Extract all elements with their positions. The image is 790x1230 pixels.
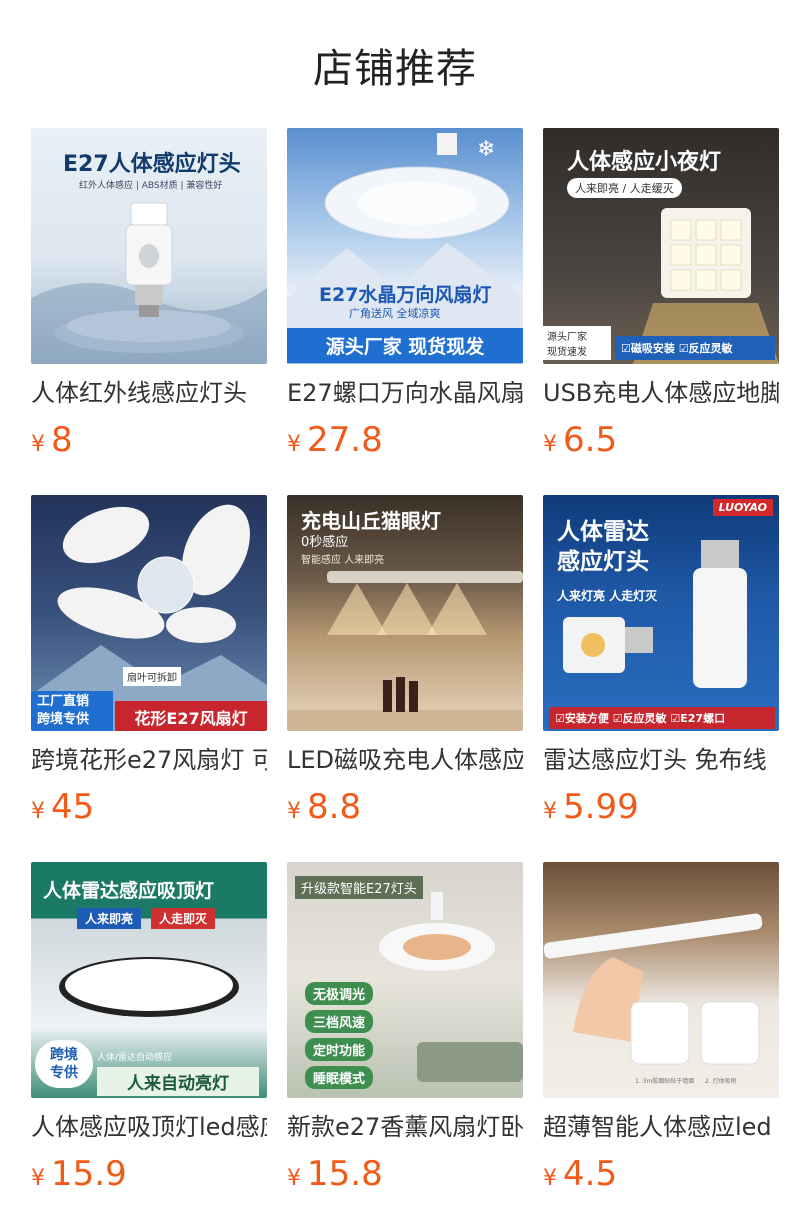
product-name[interactable]: LED磁吸充电人体感应: [287, 743, 523, 777]
product-price: ¥6.5: [543, 420, 779, 460]
image-tags: ☑磁吸安装 ☑反应灵敏: [615, 336, 775, 360]
image-small: 人体/雷达自动感应: [97, 1053, 173, 1063]
image-corner: 工厂直销 跨境专供: [31, 691, 113, 731]
product-card[interactable]: 充电山丘猫眼灯 0秒感应 智能感应 人来即亮 LED磁吸充电人体感应 ¥8.8: [287, 495, 523, 827]
product-card[interactable]: 升级款智能E27灯头 无极调光 三档风速 定时功能 睡眠模式 新款e27香薰风扇…: [287, 862, 523, 1194]
product-price: ¥4.5: [543, 1154, 779, 1194]
product-image[interactable]: ❄ E27水晶万向风扇灯 广角送风 全域凉爽 源头厂家 现货现发: [287, 128, 523, 364]
product-price: ¥27.8: [287, 420, 523, 460]
product-card[interactable]: E27人体感应灯头 红外人体感应 | ABS材质 | 兼容性好 人体红外线感应灯…: [31, 128, 267, 460]
product-price: ¥5.99: [543, 787, 779, 827]
product-image[interactable]: 充电山丘猫眼灯 0秒感应 智能感应 人来即亮: [287, 495, 523, 731]
product-name[interactable]: E27螺口万向水晶风扇: [287, 376, 523, 410]
currency-symbol: ¥: [543, 432, 557, 457]
feature-badge: 睡眠模式: [305, 1066, 374, 1089]
currency-symbol: ¥: [287, 1166, 301, 1191]
image-subline: 广角送风 全域凉爽: [349, 307, 441, 320]
product-name[interactable]: 超薄智能人体感应led: [543, 1110, 779, 1144]
product-grid: E27人体感应灯头 红外人体感应 | ABS材质 | 兼容性好 人体红外线感应灯…: [0, 0, 790, 1230]
feature-badge: 三档风速: [305, 1010, 374, 1033]
feature-badge: 定时功能: [305, 1038, 374, 1061]
price-value: 4.5: [563, 1154, 618, 1194]
svg-text:❄: ❄: [477, 137, 495, 162]
image-corner: 源头厂家 现货速发: [543, 326, 611, 360]
price-value: 27.8: [307, 420, 383, 460]
cabinet-light-illustration: [287, 571, 523, 731]
product-card[interactable]: LUOYAO 人体雷达 感应灯头 人来灯亮 人走灯灭 ☑安装方便 ☑反应灵敏 ☑…: [543, 495, 779, 827]
product-price: ¥8: [31, 420, 267, 460]
currency-symbol: ¥: [31, 1166, 45, 1191]
image-label: 扇叶可拆卸: [123, 667, 181, 686]
product-image[interactable]: LUOYAO 人体雷达 感应灯头 人来灯亮 人走灯灭 ☑安装方便 ☑反应灵敏 ☑…: [543, 495, 779, 731]
currency-symbol: ¥: [287, 799, 301, 824]
product-card[interactable]: 扇叶可拆卸 工厂直销 跨境专供 花形E27风扇灯 跨境花形e27风扇灯 可 ¥4…: [31, 495, 267, 827]
currency-symbol: ¥: [543, 799, 557, 824]
product-card[interactable]: 人体雷达感应吸顶灯 人来即亮 人走即灭 跨境 专供 人体/雷达自动感应 人来自动…: [31, 862, 267, 1194]
socket-illustration: [31, 202, 267, 364]
product-card[interactable]: 1. 3m胶面贴贴于墙面 2. 灯体吸附 超薄智能人体感应led ¥4.5: [543, 862, 779, 1194]
strip-light-illustration: [543, 913, 763, 1065]
product-image[interactable]: E27人体感应灯头 红外人体感应 | ABS材质 | 兼容性好: [31, 128, 267, 364]
product-image[interactable]: 人体感应小夜灯 人来即亮 / 人走缓灭 源头厂家 现货速发 ☑磁吸安装 ☑反应灵…: [543, 128, 779, 364]
product-image[interactable]: 升级款智能E27灯头 无极调光 三档风速 定时功能 睡眠模式: [287, 862, 523, 1098]
currency-symbol: ¥: [31, 799, 45, 824]
caption-step-2: 2. 灯体吸附: [705, 1078, 737, 1085]
product-card[interactable]: 人体感应小夜灯 人来即亮 / 人走缓灭 源头厂家 现货速发 ☑磁吸安装 ☑反应灵…: [543, 128, 779, 460]
product-price: ¥15.8: [287, 1154, 523, 1194]
product-price: ¥45: [31, 787, 267, 827]
currency-symbol: ¥: [31, 432, 45, 457]
product-name[interactable]: 跨境花形e27风扇灯 可: [31, 743, 267, 777]
product-price: ¥8.8: [287, 787, 523, 827]
product-price: ¥15.9: [31, 1154, 267, 1194]
aroma-fan-illustration: [379, 892, 523, 1082]
product-image[interactable]: 1. 3m胶面贴贴于墙面 2. 灯体吸附: [543, 862, 779, 1098]
image-banner: 源头厂家 现货现发: [287, 328, 523, 363]
currency-symbol: ¥: [287, 432, 301, 457]
image-banner: 花形E27风扇灯: [115, 701, 267, 731]
product-name[interactable]: 新款e27香薰风扇灯卧室: [287, 1110, 523, 1144]
price-value: 6.5: [563, 420, 618, 460]
image-headline: E27水晶万向风扇灯: [319, 284, 492, 306]
price-value: 15.8: [307, 1154, 383, 1194]
price-value: 8: [51, 420, 73, 460]
image-banner: 人来自动亮灯: [97, 1067, 259, 1096]
product-card[interactable]: ❄ E27水晶万向风扇灯 广角送风 全域凉爽 源头厂家 现货现发 E27螺口万向…: [287, 128, 523, 460]
price-value: 8.8: [307, 787, 362, 827]
product-name[interactable]: USB充电人体感应地脚: [543, 376, 779, 410]
price-value: 15.9: [51, 1154, 127, 1194]
product-image[interactable]: 人体雷达感应吸顶灯 人来即亮 人走即灭 跨境 专供 人体/雷达自动感应 人来自动…: [31, 862, 267, 1098]
product-image[interactable]: 扇叶可拆卸 工厂直销 跨境专供 花形E27风扇灯: [31, 495, 267, 731]
radar-socket-illustration: [563, 540, 747, 688]
product-name[interactable]: 人体红外线感应灯头: [31, 376, 267, 410]
currency-symbol: ¥: [543, 1166, 557, 1191]
price-value: 45: [51, 787, 95, 827]
image-tags: ☑安装方便 ☑反应灵敏 ☑E27螺口: [549, 707, 775, 729]
product-name[interactable]: 雷达感应灯头 免布线: [543, 743, 779, 777]
price-value: 5.99: [563, 787, 639, 827]
feature-badge: 无极调光: [305, 982, 374, 1005]
caption-step-1: 1. 3m胶面贴贴于墙面: [635, 1078, 695, 1085]
image-corner: 跨境 专供: [35, 1040, 93, 1088]
product-name[interactable]: 人体感应吸顶灯led感应: [31, 1110, 267, 1144]
